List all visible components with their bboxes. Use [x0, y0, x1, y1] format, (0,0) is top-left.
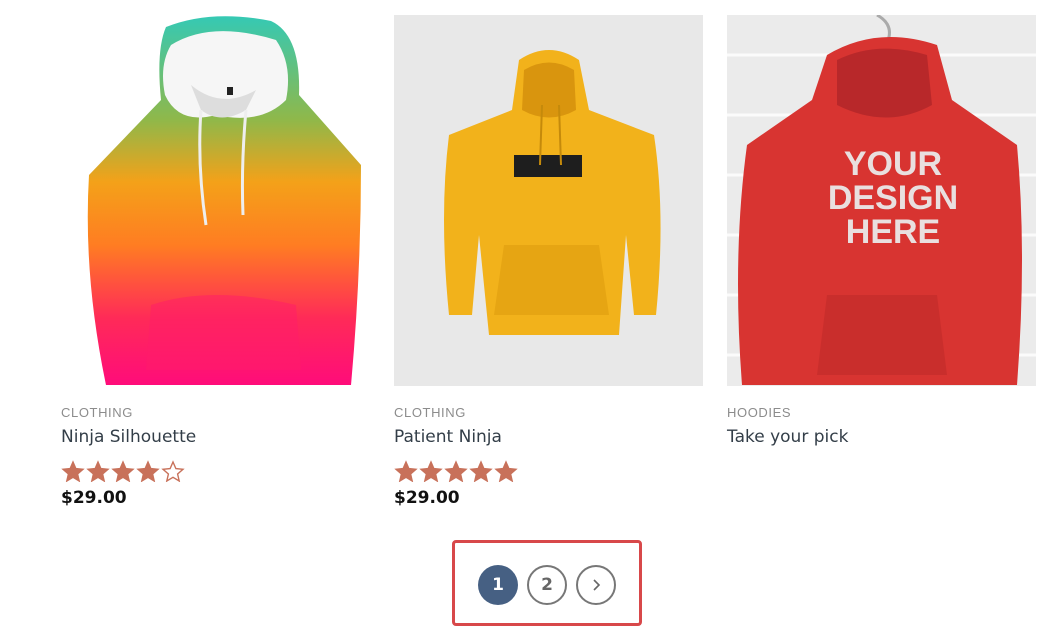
- product-category[interactable]: CLOTHING: [61, 405, 370, 420]
- star-empty-icon: [161, 460, 185, 482]
- star-filled-icon: [61, 460, 85, 482]
- star-filled-icon: [444, 460, 468, 482]
- product-price: $29.00: [61, 488, 127, 508]
- chevron-right-icon: [593, 579, 601, 591]
- star-filled-icon: [111, 460, 135, 482]
- gradient-hoodie-image[interactable]: [61, 15, 370, 386]
- star-filled-icon: [419, 460, 443, 482]
- product-category[interactable]: CLOTHING: [394, 405, 703, 420]
- next-page-button[interactable]: [576, 565, 616, 605]
- product-card-patient-ninja: CLOTHING Patient Ninja $29.00: [394, 15, 703, 508]
- star-rating: [61, 460, 370, 482]
- star-filled-icon: [86, 460, 110, 482]
- star-filled-icon: [469, 460, 493, 482]
- product-title[interactable]: Ninja Silhouette: [61, 427, 370, 447]
- product-card-take-your-pick: YOUR DESIGN HERE HOODIES Take your pick: [727, 15, 1036, 447]
- product-title[interactable]: Patient Ninja: [394, 427, 703, 447]
- star-filled-icon: [136, 460, 160, 482]
- pagination-highlight: 1 2: [452, 540, 642, 626]
- design-text-line-1: YOUR: [844, 145, 942, 183]
- product-price: $29.00: [394, 488, 460, 508]
- star-filled-icon: [494, 460, 518, 482]
- star-rating: [394, 460, 703, 482]
- red-hoodie-image[interactable]: YOUR DESIGN HERE: [727, 15, 1036, 386]
- design-text-line-2: DESIGN: [828, 179, 958, 217]
- product-category[interactable]: HOODIES: [727, 405, 1036, 420]
- design-text-line-3: HERE: [846, 213, 940, 251]
- product-card-ninja-silhouette: CLOTHING Ninja Silhouette $29.00: [61, 15, 370, 508]
- star-filled-icon: [394, 460, 418, 482]
- yellow-hoodie-image[interactable]: [394, 15, 703, 386]
- product-title[interactable]: Take your pick: [727, 427, 1036, 447]
- page-2-button[interactable]: 2: [527, 565, 567, 605]
- page-1-button[interactable]: 1: [478, 565, 518, 605]
